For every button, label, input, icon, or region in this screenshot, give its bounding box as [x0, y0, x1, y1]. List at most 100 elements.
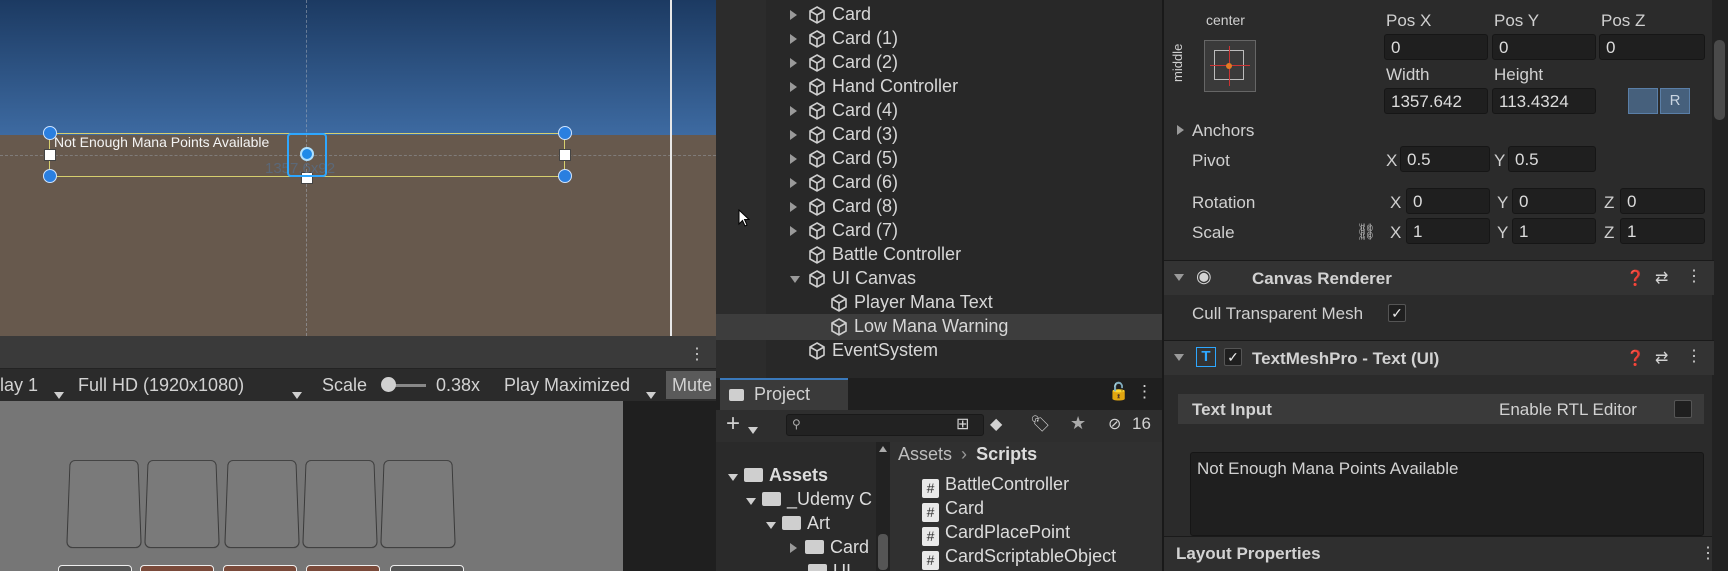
script-file-label: BattleController — [945, 474, 1070, 494]
play-mode-dropdown[interactable]: Play Maximized — [504, 375, 630, 396]
game-view[interactable] — [0, 401, 716, 571]
mute-button[interactable]: Mute — [666, 371, 716, 399]
tree-folder-ui[interactable]: UI — [808, 561, 876, 571]
textmeshpro-header[interactable]: T ✓ TextMeshPro - Text (UI) ❓ ⇄ ⋮ — [1164, 341, 1714, 375]
text-input-area[interactable]: Not Enough Mana Points Available — [1190, 452, 1704, 536]
add-asset-icon[interactable]: + — [726, 410, 740, 438]
kebab-menu-icon[interactable]: ⋮ — [1686, 346, 1702, 366]
rotation-y-field[interactable]: 0 — [1512, 188, 1596, 214]
component-enabled-checkbox[interactable]: ✓ — [1224, 348, 1242, 366]
hierarchy-item-label: EventSystem — [832, 340, 939, 360]
chevron-down-icon[interactable] — [748, 419, 758, 439]
anchor-handle[interactable] — [558, 126, 572, 140]
pos-z-field[interactable]: 0 — [1599, 34, 1705, 60]
script-file[interactable]: # CardScriptableObject — [922, 546, 1116, 570]
scale-y-field[interactable]: 1 — [1512, 218, 1596, 244]
scene-view[interactable]: Not Enough Mana Points Available 1357.6x… — [0, 0, 716, 336]
card-slot — [66, 459, 142, 549]
expand-right-icon[interactable] — [790, 226, 797, 236]
resize-handle-left[interactable] — [44, 149, 56, 161]
anchor-handle[interactable] — [43, 169, 57, 183]
script-file[interactable]: # BattleController — [922, 474, 1069, 498]
expand-right-icon[interactable] — [790, 82, 797, 92]
tree-folder-card[interactable]: Card — [790, 537, 876, 558]
raw-edit-button[interactable]: R — [1660, 88, 1690, 114]
expand-right-icon[interactable] — [790, 202, 797, 212]
search-by-type-icon[interactable]: ⊞ — [956, 414, 969, 434]
kebab-menu-icon[interactable]: ⋮ — [1700, 543, 1716, 563]
constrain-proportions-icon[interactable]: ⛓ — [1356, 222, 1376, 242]
pos-x-field[interactable]: 0 — [1384, 34, 1488, 60]
resolution-dropdown[interactable]: Full HD (1920x1080) — [78, 375, 244, 396]
pos-x-label: Pos X — [1386, 11, 1432, 30]
expand-right-icon[interactable] — [790, 34, 797, 44]
filter-by-type-icon[interactable]: ◆ — [990, 414, 1002, 434]
help-icon[interactable]: ❓ — [1626, 269, 1645, 287]
width-field[interactable]: 1357.642 — [1384, 88, 1488, 114]
collapse-arrow-icon[interactable] — [1174, 354, 1184, 361]
favorite-star-icon[interactable]: ★ — [1070, 413, 1086, 434]
pivot-y-field[interactable]: 0.5 — [1508, 146, 1596, 172]
script-file[interactable]: # Card — [922, 498, 984, 522]
tab-project[interactable]: Project — [720, 378, 848, 410]
folder-open-icon — [762, 492, 781, 506]
kebab-menu-icon[interactable]: ⋮ — [689, 344, 705, 364]
expand-arrow-icon[interactable] — [1177, 125, 1184, 135]
expand-right-icon[interactable] — [790, 154, 797, 164]
script-file[interactable]: # CardPlacePoint — [922, 522, 1070, 546]
layout-properties-bar[interactable]: Layout Properties ⋮ — [1164, 536, 1716, 571]
tree-folder-assets[interactable]: Assets — [728, 465, 828, 486]
display-dropdown[interactable]: lay 1 — [0, 375, 38, 396]
search-icon: ⚲ — [792, 417, 801, 431]
pivot-x-field[interactable]: 0.5 — [1400, 146, 1490, 172]
hierarchy-item-label: Player Mana Text — [854, 292, 993, 312]
scale-x-field[interactable]: 1 — [1406, 218, 1490, 244]
scroll-thumb[interactable] — [878, 534, 888, 570]
hidden-eye-icon[interactable]: ⊘ — [1108, 414, 1121, 434]
project-tree-scrollbar[interactable] — [876, 442, 890, 571]
gameobject-cube-icon — [809, 150, 825, 168]
lock-icon[interactable]: 🔓 — [1108, 382, 1129, 402]
canvas-renderer-title: Canvas Renderer — [1252, 269, 1392, 288]
rtl-editor-checkbox[interactable] — [1674, 400, 1692, 418]
axis-y-label: Y — [1497, 223, 1509, 242]
label-icon[interactable]: 🏷 — [1030, 414, 1050, 434]
gameobject-cube-icon — [809, 270, 825, 288]
blueprint-mode-button[interactable] — [1628, 88, 1658, 114]
scene-text-label: Not Enough Mana Points Available — [54, 134, 270, 150]
tree-folder-art[interactable]: Art — [766, 513, 830, 534]
inspector-scroll-thumb[interactable] — [1714, 40, 1725, 120]
pivot-dot[interactable] — [300, 147, 314, 161]
anchors-foldout[interactable]: Anchors — [1192, 121, 1254, 141]
pos-y-field[interactable]: 0 — [1492, 34, 1596, 60]
help-icon[interactable]: ❓ — [1626, 349, 1645, 367]
text-input-value: Not Enough Mana Points Available — [1197, 459, 1459, 478]
collapse-arrow-icon[interactable] — [1174, 274, 1184, 281]
scale-z-field[interactable]: 1 — [1620, 218, 1705, 244]
expand-down-icon[interactable] — [790, 276, 800, 283]
resize-handle-right[interactable] — [559, 149, 571, 161]
rotation-x-field[interactable]: 0 — [1406, 188, 1490, 214]
expand-right-icon[interactable] — [790, 106, 797, 116]
cull-transparent-checkbox[interactable]: ✓ — [1388, 304, 1406, 322]
breadcrumb-root[interactable]: Assets — [898, 444, 952, 464]
kebab-menu-icon[interactable]: ⋮ — [1686, 266, 1702, 286]
eye-icon: ◉ — [1196, 266, 1212, 286]
expand-right-icon[interactable] — [790, 178, 797, 188]
project-search-input[interactable]: ⚲ — [786, 414, 984, 436]
expand-right-icon[interactable] — [790, 130, 797, 140]
canvas-renderer-header[interactable]: ◉ Canvas Renderer ❓ ⇄ ⋮ — [1164, 261, 1714, 295]
preset-icon[interactable]: ⇄ — [1655, 268, 1668, 288]
kebab-menu-icon[interactable]: ⋮ — [1136, 382, 1153, 402]
preset-icon[interactable]: ⇄ — [1655, 348, 1668, 368]
rotation-z-field[interactable]: 0 — [1620, 188, 1705, 214]
hierarchy-item-label: Card (5) — [832, 148, 899, 168]
scale-slider-knob[interactable] — [381, 377, 396, 392]
scroll-up-icon[interactable] — [879, 446, 887, 452]
breadcrumb-current[interactable]: Scripts — [976, 444, 1037, 464]
expand-right-icon[interactable] — [790, 58, 797, 68]
anchor-handle[interactable] — [558, 169, 572, 183]
tree-folder-udemy[interactable]: _Udemy C — [746, 489, 872, 510]
expand-right-icon[interactable] — [790, 10, 797, 20]
height-field[interactable]: 113.4324 — [1492, 88, 1596, 114]
